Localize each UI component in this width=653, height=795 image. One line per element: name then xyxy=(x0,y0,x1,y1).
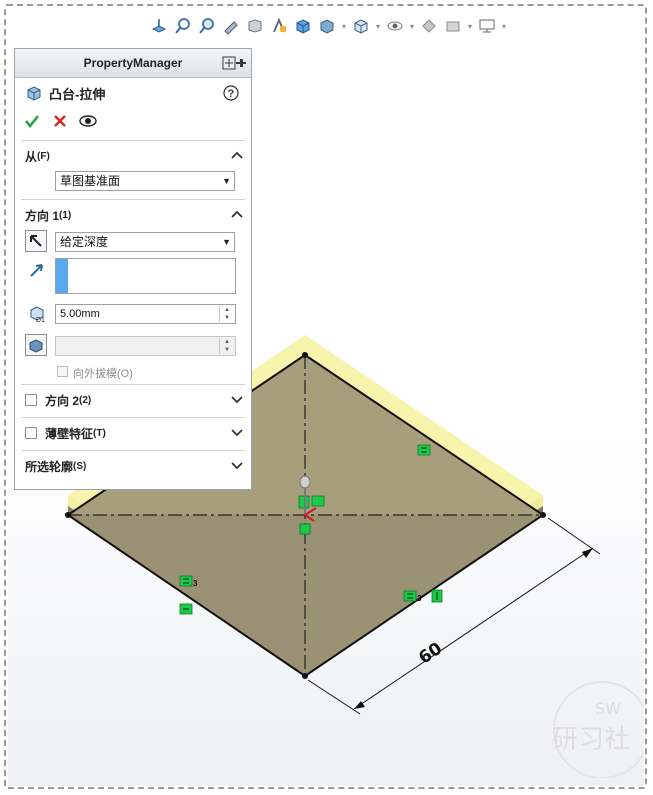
depth-spinner[interactable]: ▲ ▼ xyxy=(219,306,234,322)
direction1-section: 方向 1 (1) 给定深度 ▼ D1 5.00mm ▲ ▼ ▲ ▼ 向外拔模(O… xyxy=(21,199,245,384)
vertex-right[interactable] xyxy=(540,512,546,518)
previous-view-icon[interactable] xyxy=(220,15,242,37)
draft-toggle-button[interactable] xyxy=(25,334,47,356)
draft-outward-checkbox xyxy=(57,366,68,377)
scene-icon[interactable] xyxy=(442,15,464,37)
depth-input[interactable]: 5.00mm ▲ ▼ xyxy=(55,304,236,324)
depth-icon: D1 xyxy=(30,306,45,324)
selected-contours-section-hotkey: (S) xyxy=(73,460,87,472)
thin-feature-section-hotkey: (T) xyxy=(93,427,106,439)
help-icon[interactable]: ? xyxy=(223,85,239,101)
section-view-icon[interactable] xyxy=(244,15,266,37)
monitor-icon[interactable] xyxy=(476,15,498,37)
from-section-hotkey: (F) xyxy=(37,150,50,162)
draft-angle-spinner: ▲ ▼ xyxy=(219,338,234,354)
chevron-down-icon[interactable]: ▾ xyxy=(500,15,508,37)
relation-mark-number: 3 xyxy=(193,579,198,588)
chevron-down-icon[interactable] xyxy=(231,460,243,470)
vertex-bottom[interactable] xyxy=(302,673,308,679)
thin-feature-section: 薄壁特征 (T) xyxy=(21,417,245,450)
depth-value: 5.00mm xyxy=(60,308,100,320)
heads-up-view-toolbar: ▾ ▾ ▾ ▾ ▾ xyxy=(148,14,508,38)
chevron-down-icon[interactable] xyxy=(231,427,243,437)
reverse-direction-icon xyxy=(30,235,42,247)
from-section-title: 从 xyxy=(25,149,38,164)
end-condition-select[interactable]: 给定深度 ▼ xyxy=(55,232,235,252)
eye-icon[interactable] xyxy=(384,15,406,37)
relation-mark-number: 3 xyxy=(417,594,422,603)
property-manager-panel: PropertyManager 凸台-拉伸 ? 从 (F) 草图基准面 ▼ 方向… xyxy=(14,48,252,490)
chevron-down-icon[interactable]: ▾ xyxy=(408,15,416,37)
display-style-icon[interactable] xyxy=(316,15,338,37)
view-orientation-icon[interactable] xyxy=(148,15,170,37)
ok-button[interactable] xyxy=(23,112,41,130)
cancel-button[interactable] xyxy=(51,112,69,130)
from-section: 从 (F) 草图基准面 ▼ xyxy=(21,140,245,199)
direction1-section-header[interactable]: 方向 1 (1) xyxy=(21,200,245,230)
chevron-down-icon[interactable]: ▾ xyxy=(466,15,474,37)
draft-outward-label: 向外拔模(O) xyxy=(73,368,133,380)
svg-text:?: ? xyxy=(228,88,235,100)
relation-horizontal-top-right[interactable] xyxy=(417,444,431,456)
watermark-badge: SW xyxy=(595,699,621,718)
extrude-boss-icon xyxy=(27,86,41,101)
chevron-up-icon[interactable] xyxy=(231,150,243,160)
pin-icon[interactable] xyxy=(221,55,247,71)
draft-icon xyxy=(29,339,43,353)
direction-reference-listbox[interactable] xyxy=(55,258,236,294)
zoom-to-fit-icon[interactable] xyxy=(172,15,194,37)
action-buttons-row xyxy=(15,108,251,134)
vertex-top[interactable] xyxy=(302,352,308,358)
end-condition-value: 给定深度 xyxy=(60,235,109,249)
property-manager-header: PropertyManager xyxy=(15,49,251,78)
checkmark-icon xyxy=(24,115,40,129)
watermark-logo: SW 研习社 xyxy=(552,681,644,778)
dimension-arrow-top xyxy=(582,548,593,558)
dynamic-annotation-icon[interactable] xyxy=(268,15,290,37)
direction2-section: 方向 2 (2) xyxy=(21,384,245,417)
direction2-section-header[interactable]: 方向 2 (2) xyxy=(21,385,245,415)
start-condition-select[interactable]: 草图基准面 ▼ xyxy=(55,171,235,191)
draft-angle-input: ▲ ▼ xyxy=(55,336,236,356)
thin-feature-section-title: 薄壁特征 xyxy=(45,426,94,441)
selection-focus-bar xyxy=(56,259,68,293)
direction1-section-title: 方向 1 xyxy=(25,208,60,223)
thin-feature-checkbox[interactable] xyxy=(25,427,37,439)
watermark-text: 研习社 xyxy=(552,725,630,755)
appearance-icon[interactable] xyxy=(418,15,440,37)
chevron-down-icon[interactable]: ▾ xyxy=(374,15,382,37)
relation-horizontal-left[interactable] xyxy=(179,603,193,615)
zoom-to-area-icon[interactable] xyxy=(196,15,218,37)
from-section-header[interactable]: 从 (F) xyxy=(21,141,245,171)
hide-show-items-icon[interactable] xyxy=(350,15,372,37)
reverse-direction-button[interactable] xyxy=(25,230,47,252)
feature-title: 凸台-拉伸 xyxy=(49,86,106,102)
start-condition-value: 草图基准面 xyxy=(60,174,121,188)
preview-button[interactable] xyxy=(79,112,97,130)
chevron-up-icon[interactable] xyxy=(231,209,243,219)
close-icon xyxy=(54,115,66,127)
chevron-down-icon[interactable]: ▾ xyxy=(340,15,348,37)
chevron-down-icon: ▼ xyxy=(222,176,231,186)
selected-contours-section-header[interactable]: 所选轮廓 (S) xyxy=(21,451,245,481)
direction2-section-hotkey: (2) xyxy=(79,394,92,406)
direction2-section-title: 方向 2 xyxy=(45,393,80,408)
dimension-extension-bottom xyxy=(307,679,361,715)
relation-vertical-right[interactable] xyxy=(431,589,443,603)
property-manager-title: PropertyManager xyxy=(83,56,183,70)
svg-text:D1: D1 xyxy=(36,317,45,324)
selected-contours-section: 所选轮廓 (S) xyxy=(21,450,245,483)
vertex-left[interactable] xyxy=(65,512,71,518)
feature-title-row: 凸台-拉伸 ? xyxy=(15,78,251,108)
chevron-down-icon[interactable] xyxy=(231,394,243,404)
direction1-section-hotkey: (1) xyxy=(59,209,72,221)
eye-icon xyxy=(79,115,97,127)
thin-feature-section-header[interactable]: 薄壁特征 (T) xyxy=(21,418,245,448)
direction-vector-icon xyxy=(30,264,43,277)
direction2-checkbox[interactable] xyxy=(25,394,37,406)
selected-contours-section-title: 所选轮廓 xyxy=(25,459,74,474)
chevron-down-icon: ▼ xyxy=(222,237,231,247)
view-cube-icon[interactable] xyxy=(292,15,314,37)
